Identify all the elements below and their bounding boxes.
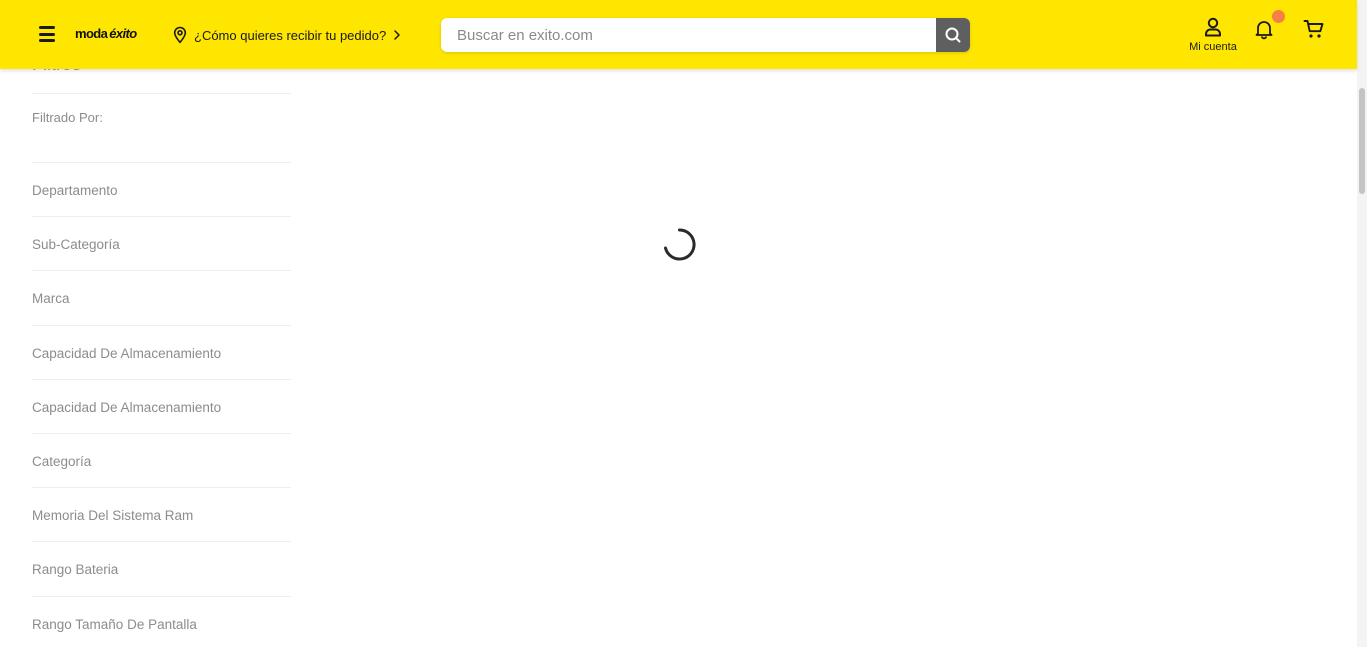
cart-button[interactable]	[1302, 17, 1326, 41]
facet-rango-tamano-pantalla[interactable]: Rango Tamaño De Pantalla	[32, 597, 291, 651]
facet-capacidad-almacenamiento[interactable]: Capacidad De Almacenamiento	[32, 326, 291, 380]
facet-label: Sub-Categoría	[32, 237, 120, 253]
filtered-by-label: Filtrado Por:	[32, 93, 291, 163]
facet-label: Marca	[32, 291, 70, 307]
scrollbar-thumb[interactable]	[1359, 88, 1365, 194]
facet-memoria-ram[interactable]: Memoria Del Sistema Ram	[32, 488, 291, 543]
facet-categoria[interactable]: Categoría	[32, 434, 291, 489]
page-scrollbar[interactable]	[1357, 0, 1367, 647]
search-bar	[441, 18, 970, 52]
logo-text: moda	[75, 26, 108, 41]
chevron-right-icon	[394, 30, 400, 40]
bell-icon	[1255, 21, 1273, 40]
cart-icon	[1303, 20, 1324, 38]
delivery-prompt-text: ¿Cómo quieres recibir tu pedido?	[194, 27, 387, 43]
my-account-button[interactable]: Mi cuenta	[1180, 16, 1246, 58]
facet-rango-bateria[interactable]: Rango Bateria	[32, 542, 291, 597]
search-icon	[945, 27, 961, 43]
loading-spinner-icon	[664, 228, 696, 261]
facet-sub-categoria[interactable]: Sub-Categoría	[32, 217, 291, 272]
facet-label: Rango Tamaño De Pantalla	[32, 617, 197, 633]
filters-sidebar: Filtrado Por: Departamento Sub-Categoría…	[32, 93, 291, 651]
search-button[interactable]	[936, 18, 970, 52]
facet-label: Capacidad De Almacenamiento	[32, 345, 222, 361]
facet-label: Capacidad De Almacenamiento	[32, 399, 222, 415]
notification-badge	[1272, 10, 1285, 23]
location-pin-icon	[173, 26, 187, 44]
hamburger-menu-icon[interactable]	[36, 23, 58, 45]
delivery-selector[interactable]: ¿Cómo quieres recibir tu pedido?	[172, 24, 402, 46]
facet-capacidad-almacenamiento-2[interactable]: Capacidad De Almacenamiento	[32, 380, 291, 434]
notifications-button[interactable]	[1252, 17, 1276, 41]
search-input[interactable]	[441, 18, 936, 52]
user-icon	[1205, 17, 1221, 37]
facet-label: Rango Bateria	[32, 562, 119, 578]
facet-departamento[interactable]: Departamento	[32, 163, 291, 218]
my-account-label: Mi cuenta	[1189, 41, 1237, 53]
brand-logo[interactable]: moda éxito	[75, 26, 137, 42]
facet-marca[interactable]: Marca	[32, 271, 291, 326]
facet-label: Memoria Del Sistema Ram	[32, 508, 194, 524]
facet-label: Categoría	[32, 454, 92, 470]
site-header: moda éxito ¿Cómo quieres recibir tu pedid…	[0, 0, 1357, 69]
logo-sub-text: éxito	[109, 26, 137, 41]
facet-label: Departamento	[32, 183, 118, 199]
